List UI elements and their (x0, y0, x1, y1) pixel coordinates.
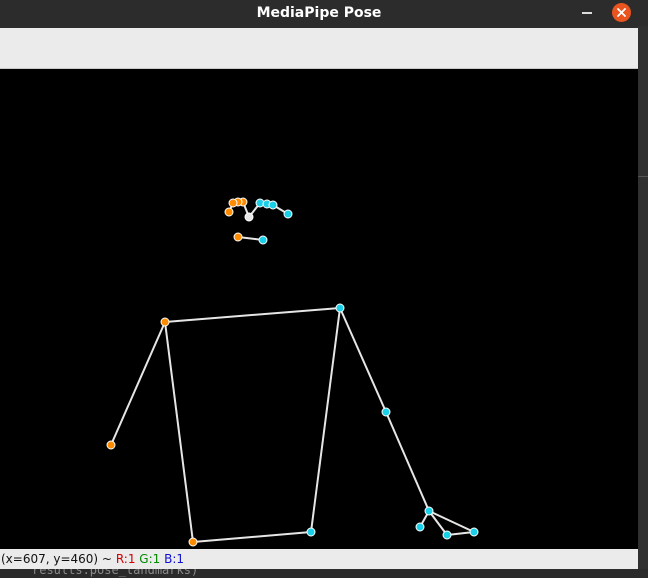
title-bar[interactable]: MediaPipe Pose (0, 0, 648, 26)
minimize-button[interactable] (580, 4, 594, 20)
app-window: MediaPipe Pose (x=607, y=460) ~ R:1 G:1 … (0, 0, 648, 578)
pose-landmark-17 (442, 530, 452, 540)
status-blue-value: B:1 (164, 552, 185, 566)
status-green-value: G:1 (139, 552, 161, 566)
pose-overlay (106, 197, 479, 547)
pose-landmark-23 (306, 527, 316, 537)
close-icon (617, 8, 626, 17)
pose-landmark-12 (160, 317, 170, 327)
pose-landmark-9 (258, 235, 268, 245)
pose-landmark-0 (244, 212, 254, 222)
pose-connection-11-23 (310, 307, 341, 533)
pose-landmark-11 (335, 303, 345, 313)
pose-connection-11-13 (339, 307, 387, 413)
pose-landmark-19 (469, 527, 479, 537)
pose-landmark-8 (224, 207, 234, 217)
pose-landmark-24 (188, 537, 198, 547)
pose-connection-23-24 (192, 531, 312, 543)
pose-landmark-10 (233, 232, 243, 242)
status-bar: (x=607, y=460) ~ R:1 G:1 B:1 (0, 549, 638, 569)
pose-landmark-21 (415, 522, 425, 532)
background-window-divider (638, 176, 648, 177)
status-red-value: R:1 (115, 552, 136, 566)
background-window-edge (638, 26, 648, 578)
background-code-text: results.pose_landmarks) (32, 569, 199, 577)
window-title: MediaPipe Pose (256, 5, 382, 21)
toolbar (0, 28, 638, 69)
pose-landmark-15 (424, 506, 434, 516)
pose-connection-12-24 (164, 321, 194, 543)
pose-connection-11-12 (164, 307, 341, 323)
status-coordinates: (x=607, y=460) ~ (1, 552, 112, 566)
close-button[interactable] (612, 3, 631, 22)
pose-connection-13-15 (385, 411, 430, 512)
pose-landmark-13 (381, 407, 391, 417)
background-editor: results.pose_landmarks) (0, 569, 648, 578)
pose-landmark-14 (106, 440, 116, 450)
pose-connection-12-14 (110, 321, 166, 446)
pose-landmark-6 (228, 198, 238, 208)
pose-landmark-7 (283, 209, 293, 219)
image-canvas[interactable] (0, 69, 638, 549)
pose-landmark-3 (268, 200, 278, 210)
